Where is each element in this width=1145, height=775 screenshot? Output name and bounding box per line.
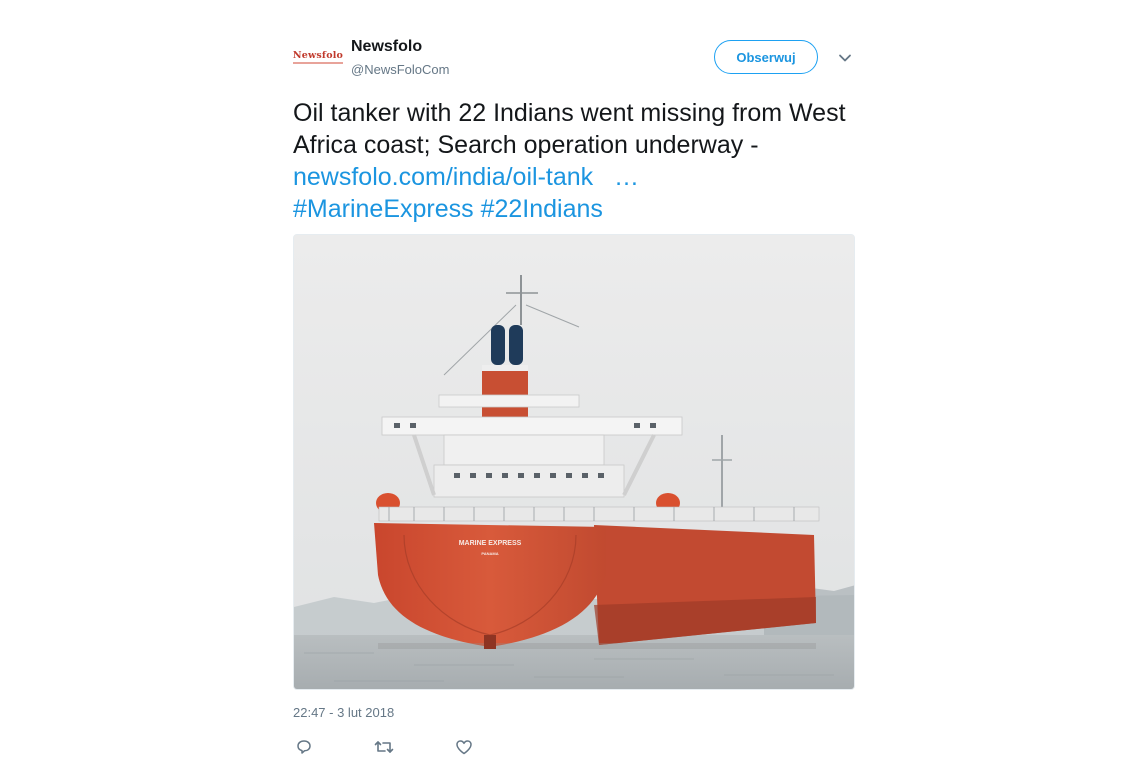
chevron-down-icon[interactable] [835,48,855,68]
tweet-link[interactable]: newsfolo.com/india/oil-tank … [293,163,639,191]
avatar-logo-text: Newsfolo [292,50,344,64]
avatar[interactable]: Newsfolo [292,40,344,74]
tweet-text: Oil tanker with 22 Indians went missing … [293,97,858,225]
hull-port-text: PANAMA [481,551,498,556]
tweet-timestamp[interactable]: 22:47 - 3 lut 2018 [293,705,394,720]
author-handle[interactable]: @NewsFoloCom [351,62,449,77]
tweet-actions [293,736,593,758]
tweet-body-text: Oil tanker with 22 Indians went missing … [293,99,846,159]
follow-button[interactable]: Obserwuj [714,40,818,74]
oil-tanker-photo: MARINE EXPRESS PANAMA [294,235,854,689]
retweet-icon[interactable] [373,736,395,758]
author-name[interactable]: Newsfolo [351,38,422,56]
heart-icon[interactable] [453,736,475,758]
hashtag-22indians[interactable]: #22Indians [481,195,603,223]
hashtag-marineexpress[interactable]: #MarineExpress [293,195,474,223]
tweet: Newsfolo Newsfolo @NewsFoloCom Obserwuj … [278,0,878,775]
reply-icon[interactable] [293,736,315,758]
tweet-media-photo[interactable]: MARINE EXPRESS PANAMA [293,234,855,690]
hull-name-text: MARINE EXPRESS [459,540,522,547]
